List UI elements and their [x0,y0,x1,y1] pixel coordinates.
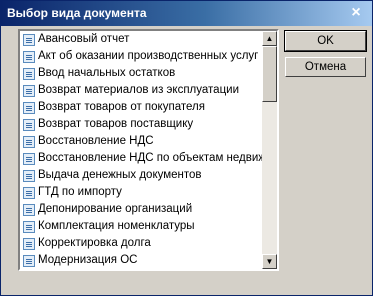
list-item[interactable]: Депонирование организаций [21,202,263,219]
close-icon[interactable]: × [347,4,365,22]
document-icon [23,187,35,199]
list-item[interactable]: Возврат товаров поставщику [21,117,263,134]
document-icon [23,153,35,165]
list-item-label: Комплектация номенклатуры [38,220,195,232]
list-item-label: Модернизация ОС [38,254,138,266]
list-item[interactable]: Корректировка долга [21,236,263,253]
list-item[interactable]: Восстановление НДС [21,134,263,151]
list-item-label: Возврат материалов из эксплуатации [38,84,239,96]
list-item-label: Депонирование организаций [38,203,193,215]
list-item[interactable]: Авансовый отчет [21,32,263,49]
document-icon [23,255,35,267]
list-item[interactable]: Выдача денежных документов [21,168,263,185]
list-item-label: Восстановление НДС по объектам недвижи [38,152,263,164]
list-item-label: Возврат товаров поставщику [38,118,194,130]
cancel-button[interactable]: Отмена [285,57,366,77]
document-icon [23,238,35,250]
scroll-down-button[interactable]: ▼ [262,254,277,269]
document-type-dialog: Выбор вида документа × Авансовый отчет Ак… [0,0,373,296]
list-item-label: ГТД по импорту [38,186,122,198]
document-icon [23,170,35,182]
ok-button[interactable]: OK [284,30,367,52]
list-item-label: Авансовый отчет [38,33,130,45]
list-item-label: Возврат товаров от покупателя [38,101,205,113]
document-icon [23,204,35,216]
list-item-label: Ввод начальных остатков [38,67,176,79]
list-item-label: Выдача денежных документов [38,169,202,181]
scroll-up-button[interactable]: ▲ [262,31,277,46]
list-viewport: Авансовый отчет Акт об оказании производс… [21,32,263,268]
document-icon [23,102,35,114]
document-icon [23,34,35,46]
list-item[interactable]: Акт об оказании производственных услуг [21,49,263,66]
document-icon [23,119,35,131]
list-item[interactable]: Комплектация номенклатуры [21,219,263,236]
list-item[interactable]: ГТД по импорту [21,185,263,202]
list-item[interactable]: Восстановление НДС по объектам недвижи [21,151,263,168]
list-item[interactable]: Возврат материалов из эксплуатации [21,83,263,100]
list-item[interactable]: Ввод начальных остатков [21,66,263,83]
list-item[interactable]: Возврат товаров от покупателя [21,100,263,117]
title-bar[interactable]: Выбор вида документа × [1,1,372,26]
document-icon [23,85,35,97]
document-icon [23,51,35,63]
list-item-label: Восстановление НДС [38,135,154,147]
document-type-list: Авансовый отчет Акт об оказании производс… [18,29,279,271]
document-icon [23,136,35,148]
document-icon [23,68,35,80]
dialog-title: Выбор вида документа [7,6,147,20]
list-item-label: Корректировка долга [38,237,151,249]
scroll-thumb[interactable] [262,46,277,102]
list-item[interactable]: Модернизация ОС [21,253,263,268]
document-icon [23,221,35,233]
list-item-label: Акт об оказании производственных услуг [38,50,259,62]
vertical-scrollbar[interactable]: ▲ ▼ [262,31,277,269]
